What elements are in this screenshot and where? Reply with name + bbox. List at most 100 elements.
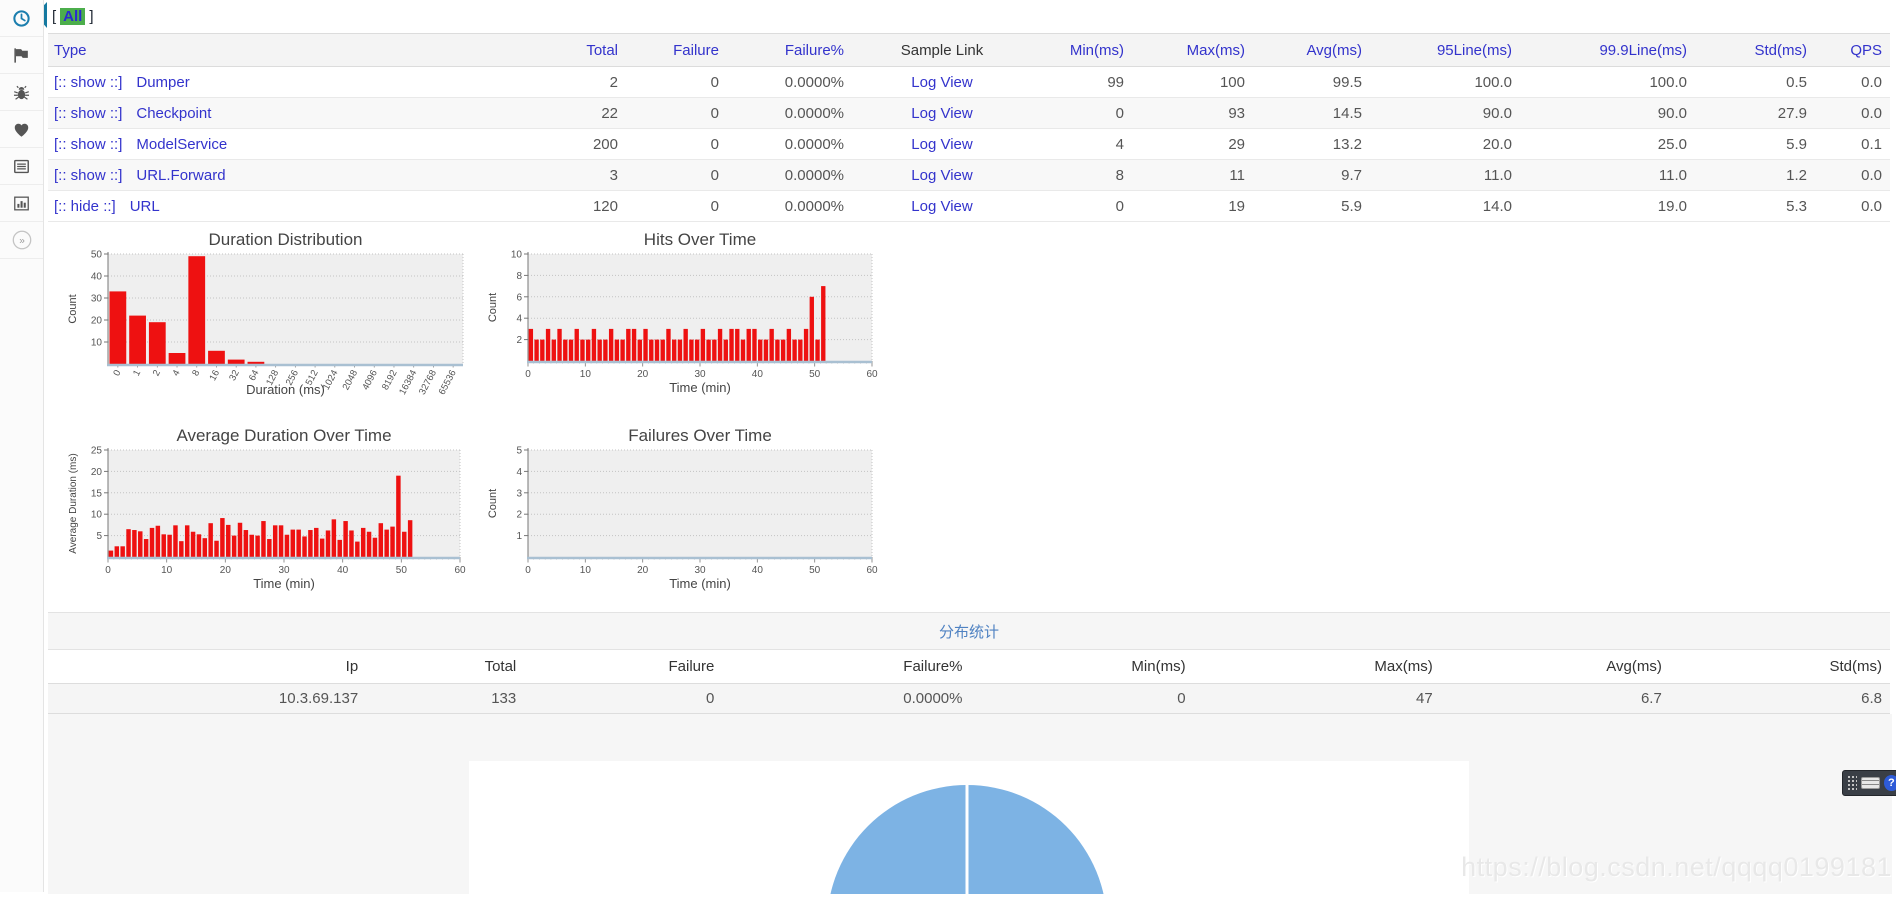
summary-row-checkpoint: [:: show ::]Checkpoint2200.0000%Log View…	[48, 98, 1890, 129]
ime-drag-handle-icon[interactable]	[1847, 775, 1857, 791]
failures-over-time-chart: 0102030405060Time (min)12345Failures Ove…	[470, 425, 910, 600]
svg-text:Time (min): Time (min)	[669, 576, 731, 591]
toggle-link[interactable]: [:: show ::]	[54, 167, 122, 184]
avg-duration-over-time-chart: 0102030405060Time (min)510152025Average …	[48, 425, 488, 600]
log-view-link[interactable]: Log View	[911, 105, 972, 122]
svg-text:20: 20	[220, 565, 232, 576]
svg-text:50: 50	[396, 565, 408, 576]
sidebar-item-heart[interactable]	[0, 111, 43, 148]
svg-text:3: 3	[516, 488, 522, 499]
cell-max: 19	[1132, 191, 1253, 222]
distribution-header-row: IpTotalFailureFailure%Min(ms)Max(ms)Avg(…	[48, 650, 1890, 683]
svg-text:40: 40	[752, 565, 764, 576]
type-link[interactable]: ModelService	[136, 136, 227, 153]
dist-cell: 47	[1194, 683, 1441, 713]
cell-p999: 90.0	[1520, 98, 1695, 129]
cell-failure_pct: 0.0000%	[727, 191, 852, 222]
log-view-link[interactable]: Log View	[911, 198, 972, 215]
type-link[interactable]: URL	[130, 198, 160, 215]
summary-table: TypeTotalFailureFailure%Sample LinkMin(m…	[48, 33, 1890, 222]
distribution-table: IpTotalFailureFailure%Min(ms)Max(ms)Avg(…	[48, 650, 1890, 714]
svg-text:30: 30	[91, 294, 103, 305]
toggle-link[interactable]: [:: show ::]	[54, 105, 122, 122]
type-link[interactable]: Checkpoint	[136, 105, 211, 122]
svg-text:8: 8	[516, 271, 522, 282]
column-header-total[interactable]: Total	[478, 34, 626, 67]
keyboard-icon[interactable]	[1861, 777, 1880, 789]
ime-help-button[interactable]: ?	[1884, 775, 1896, 791]
column-header-95line-ms-[interactable]: 95Line(ms)	[1370, 34, 1520, 67]
svg-text:4: 4	[516, 314, 522, 325]
column-header-min-ms-[interactable]: Min(ms)	[1032, 34, 1132, 67]
svg-text:60: 60	[866, 369, 878, 380]
svg-text:4: 4	[516, 467, 522, 478]
pie-section: https://blog.csdn.net/qqqq0199181 ?	[48, 714, 1892, 894]
toggle-link[interactable]: [:: show ::]	[54, 136, 122, 153]
column-header-max-ms-[interactable]: Max(ms)	[1132, 34, 1253, 67]
cell-p95: 14.0	[1370, 191, 1520, 222]
report-list-icon	[12, 157, 31, 176]
column-header-type[interactable]: Type	[48, 34, 478, 67]
dist-column-header-avg-ms-: Avg(ms)	[1441, 650, 1670, 683]
svg-text:20: 20	[637, 565, 649, 576]
watermark-text: https://blog.csdn.net/qqqq0199181	[1461, 852, 1892, 883]
svg-text:2: 2	[151, 368, 163, 378]
svg-text:4096: 4096	[360, 368, 380, 392]
log-view-link[interactable]: Log View	[911, 136, 972, 153]
hits-over-time-chart: 0102030405060Time (min)246810Hits Over T…	[470, 229, 910, 404]
type-link[interactable]: URL.Forward	[136, 167, 225, 184]
svg-text:10: 10	[580, 369, 592, 380]
sidebar-item-bar-chart[interactable]	[0, 185, 43, 222]
cell-min: 0	[1032, 98, 1132, 129]
svg-text:Count: Count	[67, 294, 79, 323]
flag-icon	[12, 46, 31, 65]
column-header-sample-link: Sample Link	[852, 34, 1032, 67]
column-header-failure-[interactable]: Failure%	[727, 34, 852, 67]
cell-total: 3	[478, 160, 626, 191]
svg-text:5: 5	[516, 446, 522, 457]
sidebar-item-bug[interactable]	[0, 74, 43, 111]
bar-chart-icon	[12, 194, 31, 213]
svg-text:Duration (ms): Duration (ms)	[246, 382, 325, 397]
sidebar-item-clock[interactable]	[0, 0, 43, 37]
log-view-link[interactable]: Log View	[911, 74, 972, 91]
cell-total: 120	[478, 191, 626, 222]
svg-text:10: 10	[91, 510, 103, 521]
svg-text:20: 20	[91, 467, 103, 478]
scope-all-link[interactable]: All	[60, 8, 85, 25]
column-header-qps[interactable]: QPS	[1815, 34, 1890, 67]
sidebar-item-report-list[interactable]	[0, 148, 43, 185]
svg-text:Count: Count	[487, 293, 499, 322]
column-header-failure[interactable]: Failure	[626, 34, 727, 67]
duration-distribution-chart: 0124816326412825651210242048409681921638…	[48, 229, 468, 404]
toggle-link[interactable]: [:: hide ::]	[54, 198, 116, 215]
column-header-std-ms-[interactable]: Std(ms)	[1695, 34, 1815, 67]
svg-text:20: 20	[637, 369, 649, 380]
svg-text:64: 64	[247, 368, 262, 383]
column-header-99-9line-ms-[interactable]: 99.9Line(ms)	[1520, 34, 1695, 67]
type-link[interactable]: Dumper	[136, 74, 189, 91]
cell-avg: 9.7	[1253, 160, 1370, 191]
dist-cell: 0	[524, 683, 722, 713]
svg-text:Failures Over Time: Failures Over Time	[628, 426, 772, 445]
svg-text:2: 2	[516, 510, 522, 521]
svg-text:25: 25	[91, 446, 103, 457]
summary-row-url: [:: hide ::]URL12000.0000%Log View0195.9…	[48, 191, 1890, 222]
toggle-link[interactable]: [:: show ::]	[54, 74, 122, 91]
column-header-avg-ms-[interactable]: Avg(ms)	[1253, 34, 1370, 67]
svg-text:Average Duration Over Time: Average Duration Over Time	[176, 426, 391, 445]
sidebar-item-flag[interactable]	[0, 37, 43, 74]
svg-text:10: 10	[511, 250, 523, 261]
svg-text:20: 20	[91, 316, 103, 327]
scope-bracket-open: [	[52, 8, 56, 25]
svg-text:30: 30	[694, 369, 706, 380]
sidebar-item-expand[interactable]: »	[0, 222, 43, 259]
cell-qps: 0.0	[1815, 160, 1890, 191]
cell-avg: 5.9	[1253, 191, 1370, 222]
cell-min: 4	[1032, 129, 1132, 160]
log-view-link[interactable]: Log View	[911, 167, 972, 184]
cell-std: 0.5	[1695, 67, 1815, 98]
cell-failure: 0	[626, 67, 727, 98]
dist-cell: 0	[970, 683, 1193, 713]
ime-toolbar[interactable]: ?	[1842, 770, 1896, 796]
